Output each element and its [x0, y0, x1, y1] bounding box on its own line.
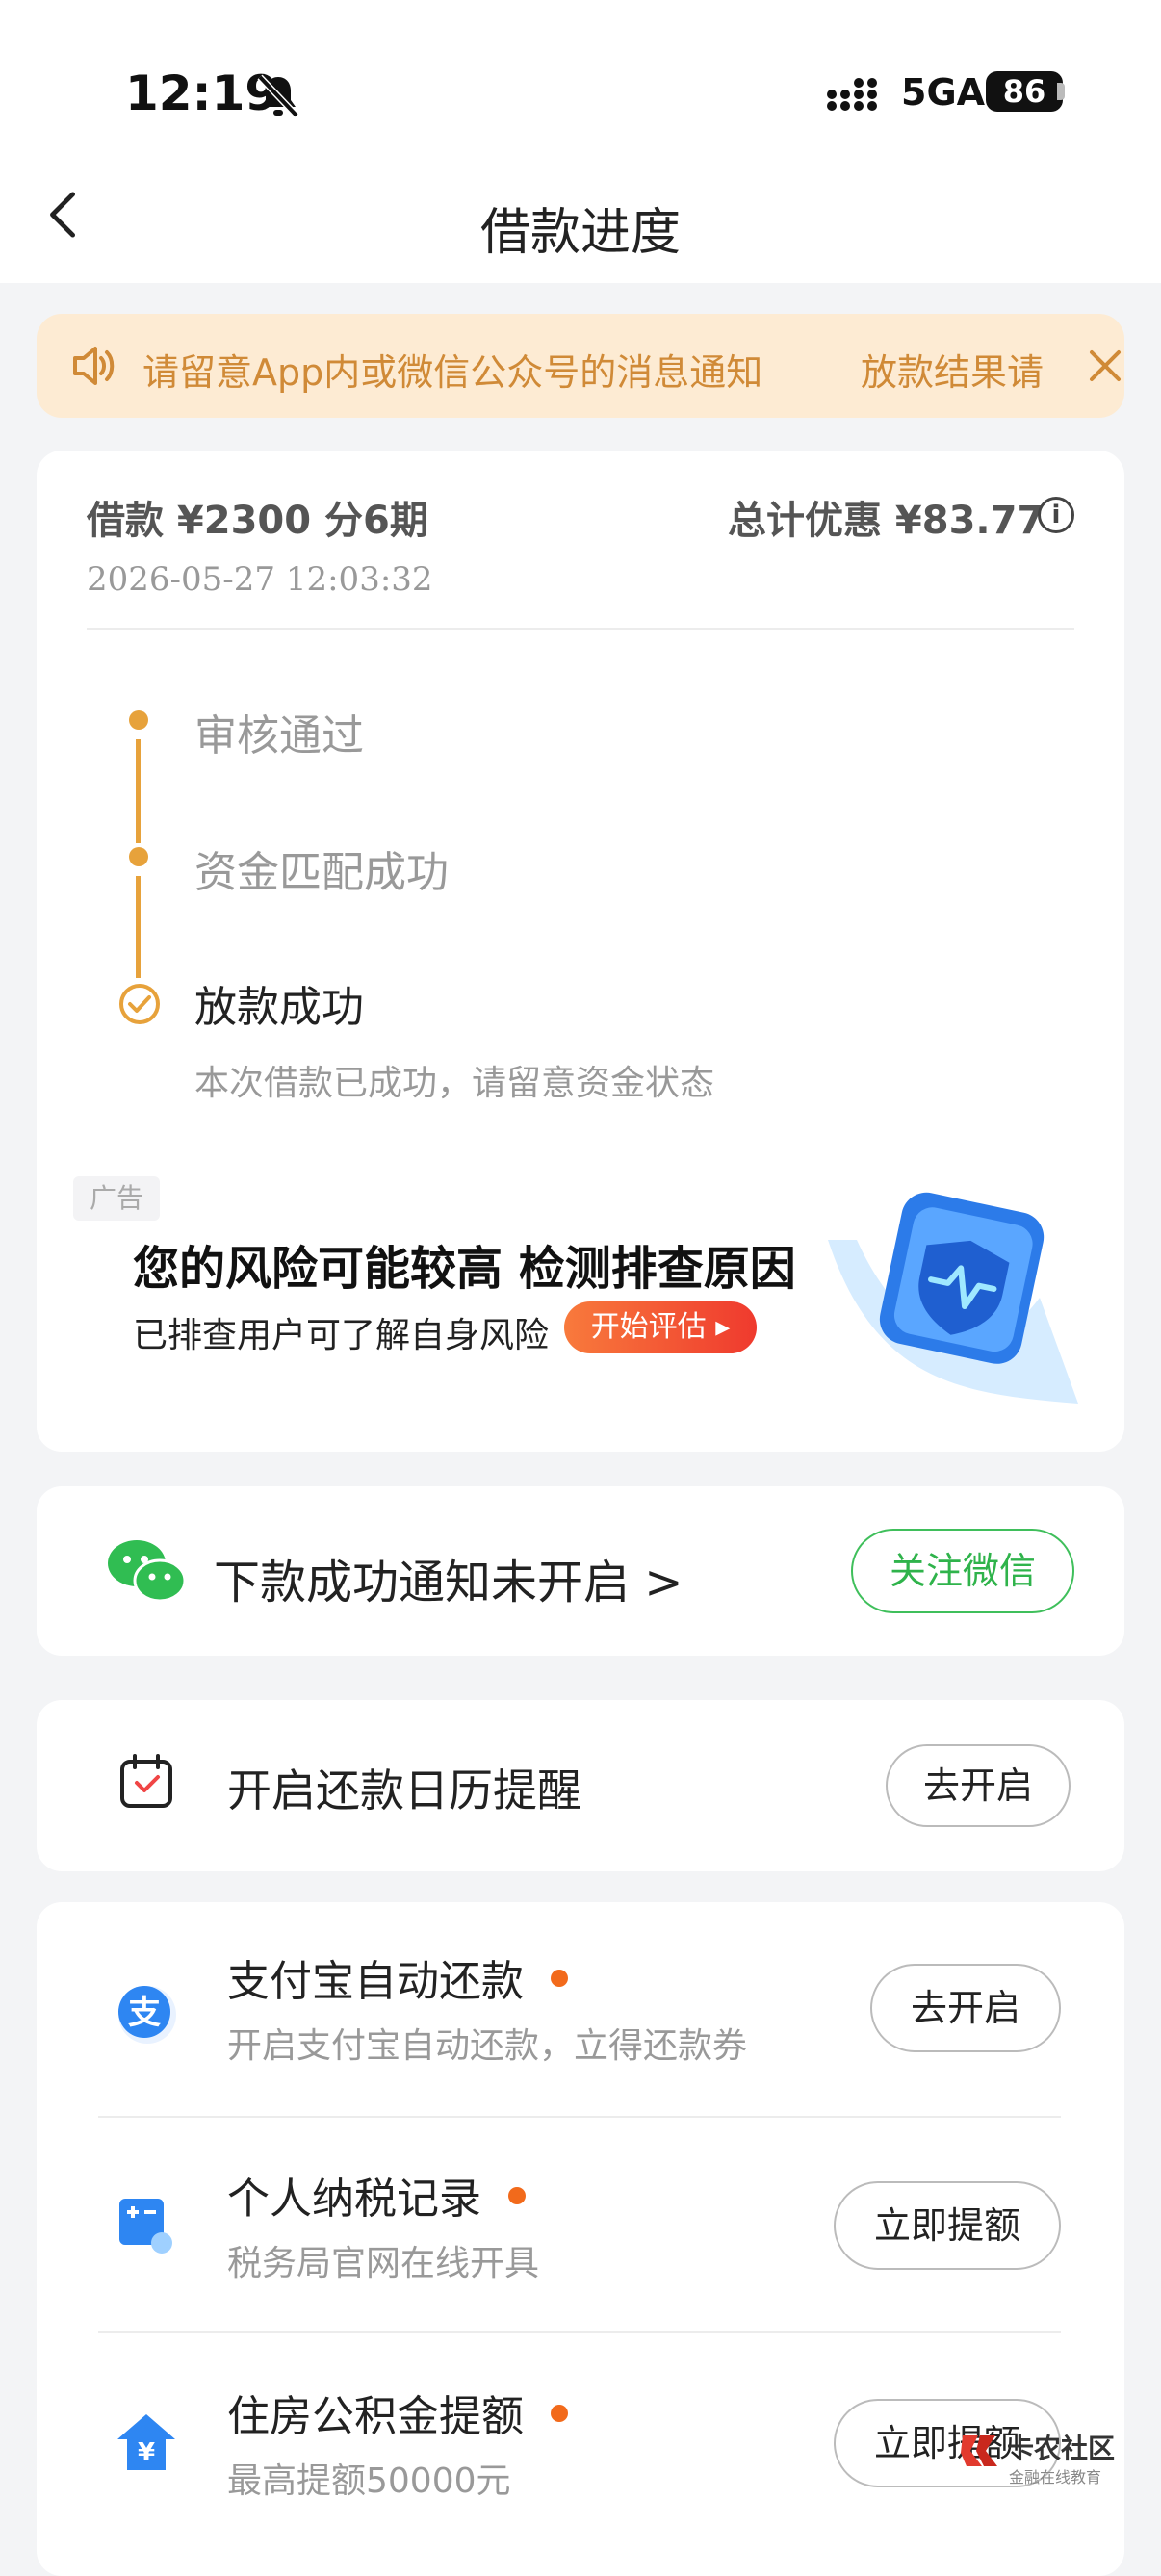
card-divider [87, 628, 1074, 630]
network-label: 5GA [901, 71, 986, 114]
timeline-dot [129, 847, 148, 866]
notice-banner[interactable]: 请留意App内或微信公众号的消息通知 放款结果请 [37, 314, 1124, 418]
housing-fund-title: 住房公积金提额 [227, 2392, 524, 2441]
tax-raise-limit-button[interactable]: 立即提额 [834, 2181, 1061, 2270]
battery-cap [1057, 83, 1065, 100]
new-badge-dot [508, 2187, 526, 2204]
svg-text:¥: ¥ [138, 2438, 155, 2467]
watermark-name: 卡农社区 [1007, 2433, 1116, 2464]
loan-datetime: 2026-05-27 12:03:32 [87, 560, 433, 599]
housing-fund-sub: 最高提额50000元 [227, 2461, 511, 2501]
row-divider [98, 2116, 1061, 2118]
timeline-step-2: 资金匹配成功 [194, 848, 449, 897]
timeline-step-1: 审核通过 [194, 711, 364, 760]
enable-calendar-button[interactable]: 去开启 [886, 1744, 1071, 1827]
calendar-icon [120, 1754, 172, 1808]
battery-level: 86 [986, 71, 1063, 112]
housing-fund-icon: ¥ [117, 2414, 175, 2470]
start-assessment-button[interactable]: 开始评估 ▸ [564, 1301, 757, 1353]
alipay-autopay-title: 支付宝自动还款 [227, 1957, 524, 2006]
ad-title[interactable]: 您的风险可能较高 检测排查原因 [133, 1230, 796, 1298]
notice-text-right: 放款结果请 [857, 343, 1045, 396]
wechat-icon [108, 1540, 187, 1603]
enable-alipay-button[interactable]: 去开启 [870, 1964, 1061, 2052]
ad-subtitle: 已排查用户可了解自身风险 [133, 1316, 550, 1355]
timeline-step-3-sub: 本次借款已成功，请留意资金状态 [194, 1064, 715, 1103]
timeline-dot [129, 710, 148, 730]
timeline-line [136, 739, 141, 843]
total-discount: 总计优惠 ¥83.77 [728, 499, 1045, 543]
timeline-line [136, 876, 141, 978]
loan-amount: 借款 ¥2300 分6期 [87, 499, 428, 543]
tax-record-sub: 税务局官网在线开具 [227, 2244, 540, 2283]
back-arrow-icon[interactable] [44, 191, 83, 239]
security-shield-illustration [828, 1192, 1078, 1404]
timeline-step-3: 放款成功 [194, 983, 364, 1032]
page-title: 借款进度 [479, 204, 681, 262]
notice-fade [807, 314, 855, 418]
speaker-icon [73, 347, 115, 385]
row-divider [98, 2331, 1061, 2333]
start-assessment-label: 开始评估 [590, 1310, 707, 1344]
new-badge-dot [551, 2405, 568, 2422]
calendar-reminder-text: 开启还款日历提醒 [227, 1765, 581, 1816]
notice-text: 请留意App内或微信公众号的消息通知 [142, 351, 763, 394]
alipay-autopay-sub: 开启支付宝自动还款，立得还款券 [227, 2026, 748, 2066]
tax-record-title: 个人纳税记录 [227, 2175, 481, 2224]
signal-icon [827, 78, 877, 111]
new-badge-dot [551, 1970, 568, 1987]
watermark-sub: 金融在线教育 [1009, 2468, 1102, 2486]
tax-record-icon [119, 2199, 172, 2254]
follow-wechat-button[interactable]: 关注微信 [851, 1529, 1074, 1613]
wechat-notify-text: 下款成功通知未开启 > [214, 1556, 684, 1610]
close-icon[interactable] [1086, 347, 1124, 385]
svg-text:支: 支 [128, 1994, 161, 2032]
silent-bell-icon [257, 74, 299, 118]
alipay-icon: 支 [118, 1986, 176, 2044]
check-circle-icon [119, 984, 160, 1024]
watermark-logo-icon [961, 2435, 997, 2466]
ad-tag: 广告 [73, 1176, 160, 1221]
info-icon[interactable]: i [1038, 497, 1074, 533]
